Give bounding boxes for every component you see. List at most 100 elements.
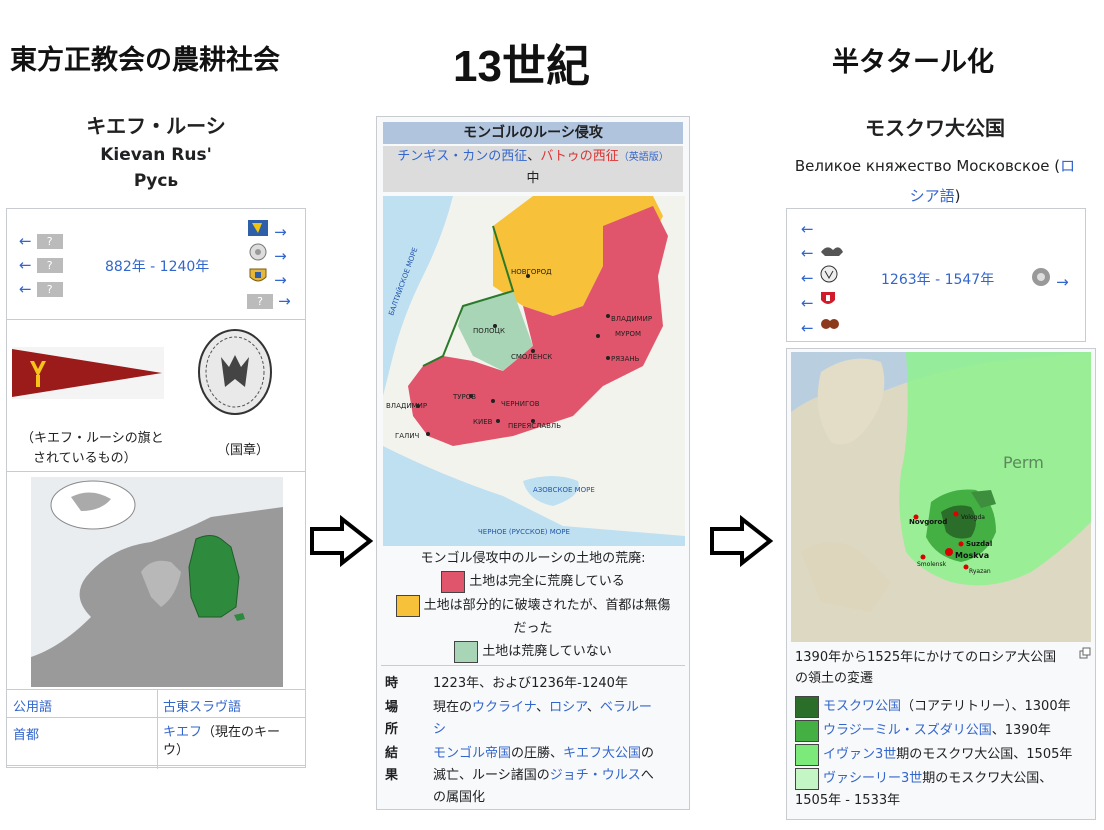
- years-link[interactable]: 1263年 - 1547年: [881, 269, 994, 289]
- belarus-link-cont[interactable]: シ: [433, 722, 446, 737]
- coat-of-arms-icon[interactable]: [819, 315, 841, 333]
- legend-text: 期のモスクワ大公国、1505年: [896, 747, 1073, 762]
- mongol-empire-link[interactable]: モンゴル帝国: [433, 746, 511, 761]
- prev-arrow[interactable]: ←: [801, 269, 814, 287]
- chinggis-link[interactable]: チンギス・カンの西征: [397, 149, 527, 164]
- legend-swatch: [395, 594, 420, 617]
- legend-text-cont: だった: [513, 621, 553, 636]
- years-link[interactable]: 882年 - 1240年: [105, 256, 209, 276]
- map-label-smolensk: СМОЛЕНСК: [511, 353, 552, 361]
- legend-text: 期のモスクワ大公国、: [922, 771, 1053, 786]
- vladimir-suzdal-link[interactable]: ウラジーミル・スズダリ公国: [823, 723, 992, 738]
- map-legend: モスクワ公国（コアテリトリー）、1300年 ウラジーミル・スズダリ公国、1390…: [795, 695, 1072, 811]
- prev-arrow[interactable]: ←: [19, 256, 32, 274]
- next-arrow[interactable]: →: [1056, 273, 1069, 291]
- coat-of-arms-icon[interactable]: [247, 267, 269, 285]
- english-version-link[interactable]: （英語版）: [619, 152, 669, 163]
- legend-item-not-devastated: 土地は荒廃していない: [377, 640, 689, 664]
- russia-link[interactable]: ロシア: [549, 700, 587, 715]
- heading-center: 13世紀: [453, 42, 590, 91]
- legend-item-ivan-iii: イヴァン3世期のモスクワ大公国、1505年: [795, 743, 1072, 767]
- legend-swatch: [795, 719, 819, 742]
- prev-arrow[interactable]: ←: [801, 220, 814, 238]
- moscow-principality-link[interactable]: モスクワ公国: [823, 699, 901, 714]
- golden-horde-link[interactable]: ジョチ・ウルス: [550, 768, 641, 783]
- place-sep: 、: [536, 700, 550, 715]
- map-label-smolensk: Smolensk: [917, 561, 947, 568]
- title-ru: Русь: [133, 171, 179, 191]
- row-label-capital[interactable]: 首都: [13, 724, 39, 743]
- sub-sep: 、: [527, 149, 541, 164]
- map-label-ryazan: РЯЗАНЬ: [611, 355, 640, 363]
- map-label-vladimir-west: ВЛАДИМИР: [386, 402, 427, 410]
- successor-list: →: [1031, 267, 1069, 291]
- legend-swatch: [454, 640, 479, 663]
- mongol-invasion-map-image[interactable]: НОВГОРОД ПОЛОЦК СМОЛЕНСК ВЛАДИМИР МУРОМ …: [383, 196, 685, 546]
- legend-text: 土地は荒廃していない: [482, 644, 612, 659]
- seal-icon[interactable]: [247, 243, 269, 261]
- prev-arrow[interactable]: ←: [19, 232, 32, 250]
- map-label-polotsk: ПОЛОЦК: [473, 327, 505, 335]
- map-label-novgorod: Novgorod: [909, 518, 947, 526]
- coat-of-arms-seal-image[interactable]: [195, 327, 275, 417]
- seal-icon[interactable]: [1031, 267, 1051, 287]
- ukraine-link[interactable]: ウクライナ: [472, 700, 536, 715]
- capital-link[interactable]: キエフ: [163, 725, 202, 740]
- legend-item-vasili-iii: ヴァシーリー3世期のモスクワ大公国、: [795, 767, 1072, 791]
- row-value-official-language[interactable]: 古東スラヴ語: [163, 696, 241, 715]
- map-label-chernigov: ЧЕРНИГОВ: [501, 400, 540, 408]
- unknown-flag-icon[interactable]: ?: [36, 282, 63, 297]
- unknown-flag-icon[interactable]: ?: [36, 234, 63, 249]
- coat-of-arms-icon[interactable]: [819, 290, 837, 308]
- result-text: へ: [640, 768, 654, 783]
- kievan-rus-link[interactable]: キエフ大公国: [563, 746, 641, 761]
- map-label-galich: ГАЛИЧ: [395, 432, 420, 440]
- result-text: の圧勝、: [511, 746, 564, 761]
- prev-arrow[interactable]: ←: [801, 294, 814, 312]
- heading-right: 半タタール化: [832, 47, 994, 78]
- ivan-iii-link[interactable]: イヴァン3世: [823, 747, 896, 762]
- next-arrow[interactable]: →: [274, 223, 287, 241]
- russian-lang-link[interactable]: ロ: [1060, 157, 1075, 175]
- unknown-flag-icon[interactable]: ?: [247, 294, 273, 309]
- right-succession-box: ← ← ← ← ← 1263年 - 1547年 →: [786, 208, 1086, 342]
- next-arrow[interactable]: →: [278, 292, 291, 310]
- seal-icon[interactable]: [819, 265, 839, 283]
- predecessor-list: ← ? ← ? ← ?: [19, 231, 63, 303]
- title-en: Kievan Rus': [100, 145, 212, 165]
- info-label-result: 結果: [385, 746, 399, 783]
- row-label-official-language[interactable]: 公用語: [13, 696, 52, 715]
- belarus-link[interactable]: ベラルー: [600, 700, 652, 715]
- map-label-kiev: КИЕВ: [473, 418, 493, 426]
- kievan-rus-flag-image[interactable]: [12, 347, 164, 399]
- enlarge-icon[interactable]: [1079, 647, 1091, 659]
- result-text: 滅亡、ルーシ諸国の: [433, 768, 550, 783]
- title-ru-text: Великое княжество Московское: [794, 157, 1050, 175]
- unknown-flag-icon[interactable]: ?: [36, 258, 63, 273]
- legend-swatch: [795, 767, 819, 790]
- legend-text: 土地は部分的に破壊されたが、首都は無傷: [423, 598, 671, 613]
- prev-arrow[interactable]: ←: [801, 244, 814, 262]
- map-caption-line2: の領土の変遷: [795, 671, 874, 686]
- coat-of-arms-icon[interactable]: [819, 242, 845, 258]
- map-label-ryazan: Ryazan: [969, 568, 991, 575]
- muscovy-territory-map-image[interactable]: Perm Novgorod Vologda Suzdal Moskva Smol…: [791, 352, 1091, 642]
- prev-arrow[interactable]: ←: [19, 280, 32, 298]
- prev-arrow[interactable]: ←: [801, 319, 814, 337]
- place-prefix: 現在の: [433, 700, 473, 715]
- coat-of-arms-icon[interactable]: [247, 219, 269, 237]
- russian-lang-link-cont[interactable]: シア語: [910, 187, 955, 205]
- infobox-title: モンゴルのルーシ侵攻: [383, 122, 683, 144]
- next-arrow[interactable]: →: [274, 271, 287, 289]
- lang-close: ): [954, 187, 961, 205]
- vasili-iii-link[interactable]: ヴァシーリー3世: [823, 771, 922, 786]
- result-text: の属国化: [433, 790, 486, 805]
- predecessor-list: ← ← ← ← ←: [801, 217, 845, 340]
- legend-swatch: [795, 695, 819, 718]
- next-arrow[interactable]: →: [274, 247, 287, 265]
- locator-map-image[interactable]: [31, 477, 283, 687]
- info-label-place: 場所: [385, 700, 399, 737]
- batu-link[interactable]: バトゥの西征: [540, 149, 618, 164]
- legend-item-partial: 土地は部分的に破壊されたが、首都は無傷: [377, 594, 689, 618]
- map-label-vladimir-east: ВЛАДИМИР: [611, 315, 652, 323]
